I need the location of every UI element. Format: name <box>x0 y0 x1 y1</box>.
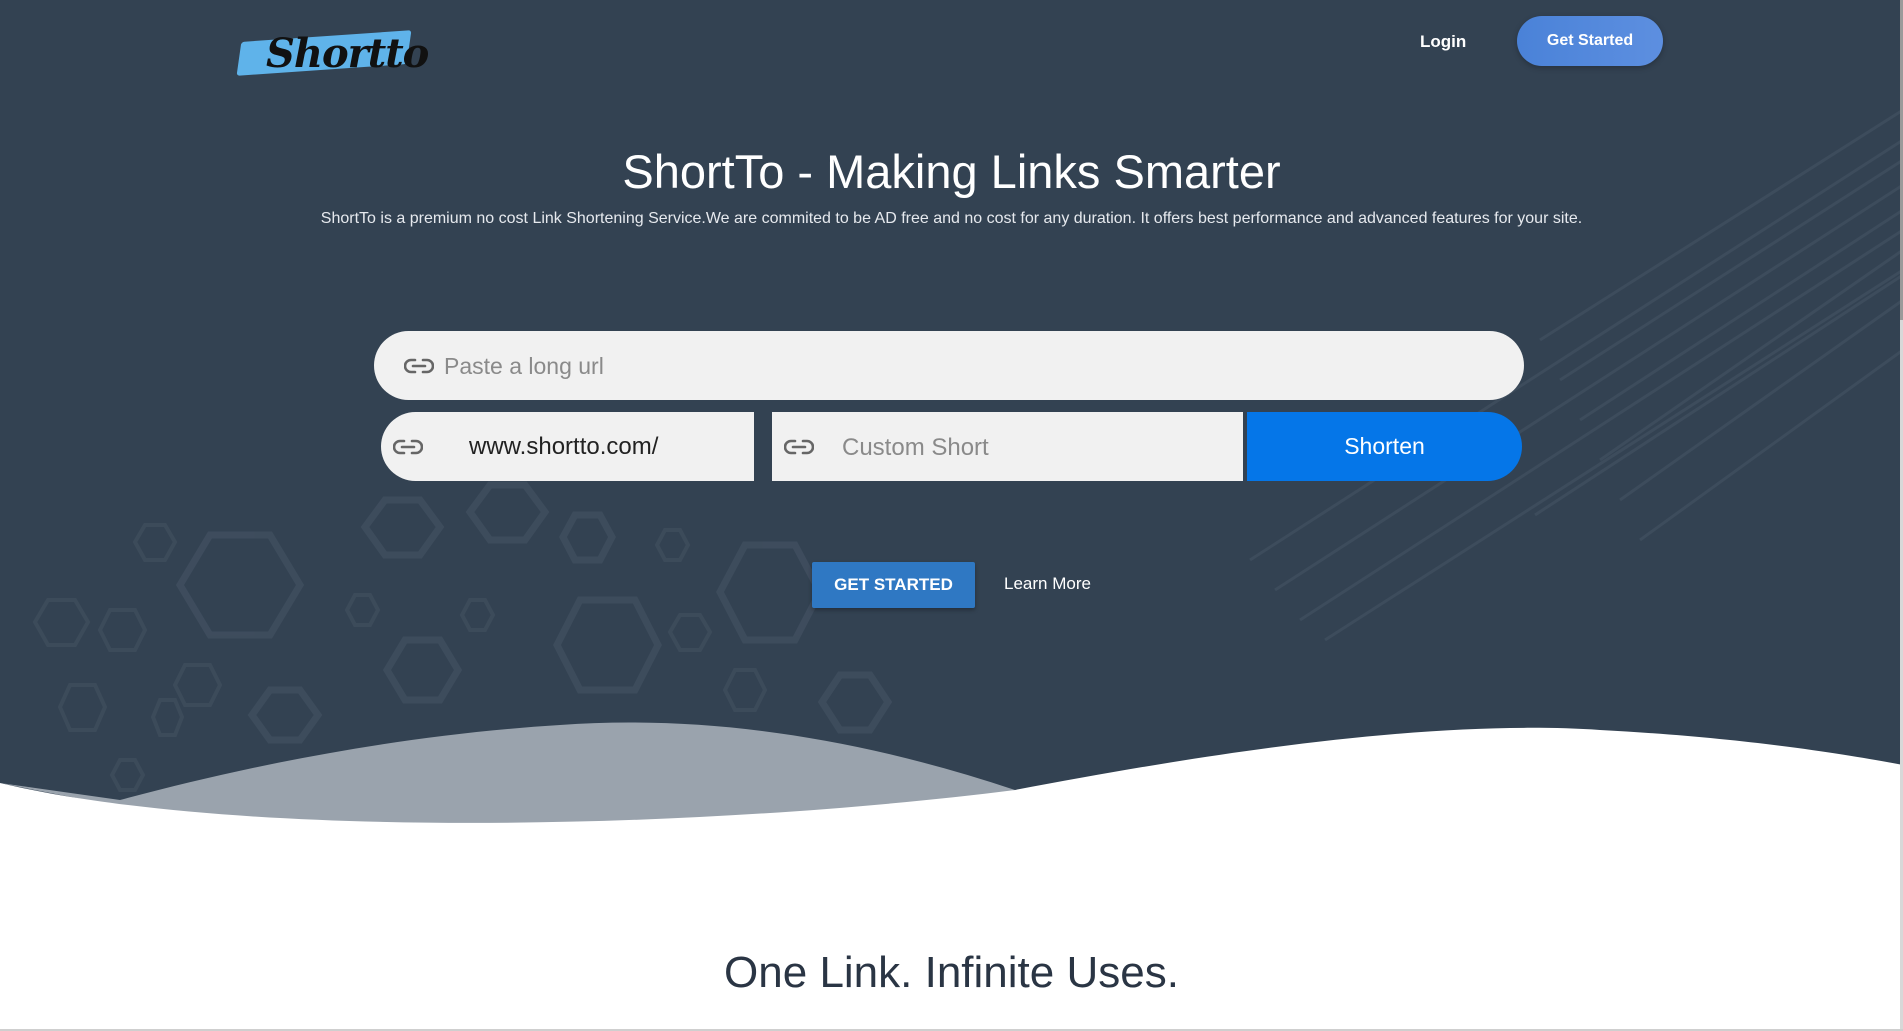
learn-more-link[interactable]: Learn More <box>1004 572 1091 596</box>
link-icon <box>404 358 434 374</box>
hero-title: ShortTo - Making Links Smarter <box>622 145 1281 198</box>
shorten-button[interactable]: Shorten <box>1247 412 1522 481</box>
custom-short-input[interactable] <box>840 412 1234 483</box>
link-icon <box>784 439 814 455</box>
hero-subtitle: ShortTo is a premium no cost Link Shorte… <box>320 210 1583 227</box>
long-url-field[interactable] <box>374 331 1524 402</box>
get-started-nav-button[interactable]: Get Started <box>1517 16 1663 66</box>
domain-prefix-box: www.shortto.com/ <box>381 412 754 481</box>
long-url-input[interactable] <box>442 331 1496 402</box>
domain-prefix-text: www.shortto.com/ <box>469 433 659 460</box>
shortto-logo[interactable]: Shortto <box>236 22 429 78</box>
hero-section: Shortto Login Get Started ShortTo - Maki… <box>0 0 1903 860</box>
link-icon <box>393 439 423 455</box>
login-link[interactable]: Login <box>1420 28 1466 56</box>
get-started-button[interactable]: GET STARTED <box>812 562 975 608</box>
logo-wordmark: Shortto <box>266 30 429 77</box>
section-title: One Link. Infinite Uses. <box>724 948 1179 997</box>
custom-short-field[interactable] <box>772 412 1243 483</box>
